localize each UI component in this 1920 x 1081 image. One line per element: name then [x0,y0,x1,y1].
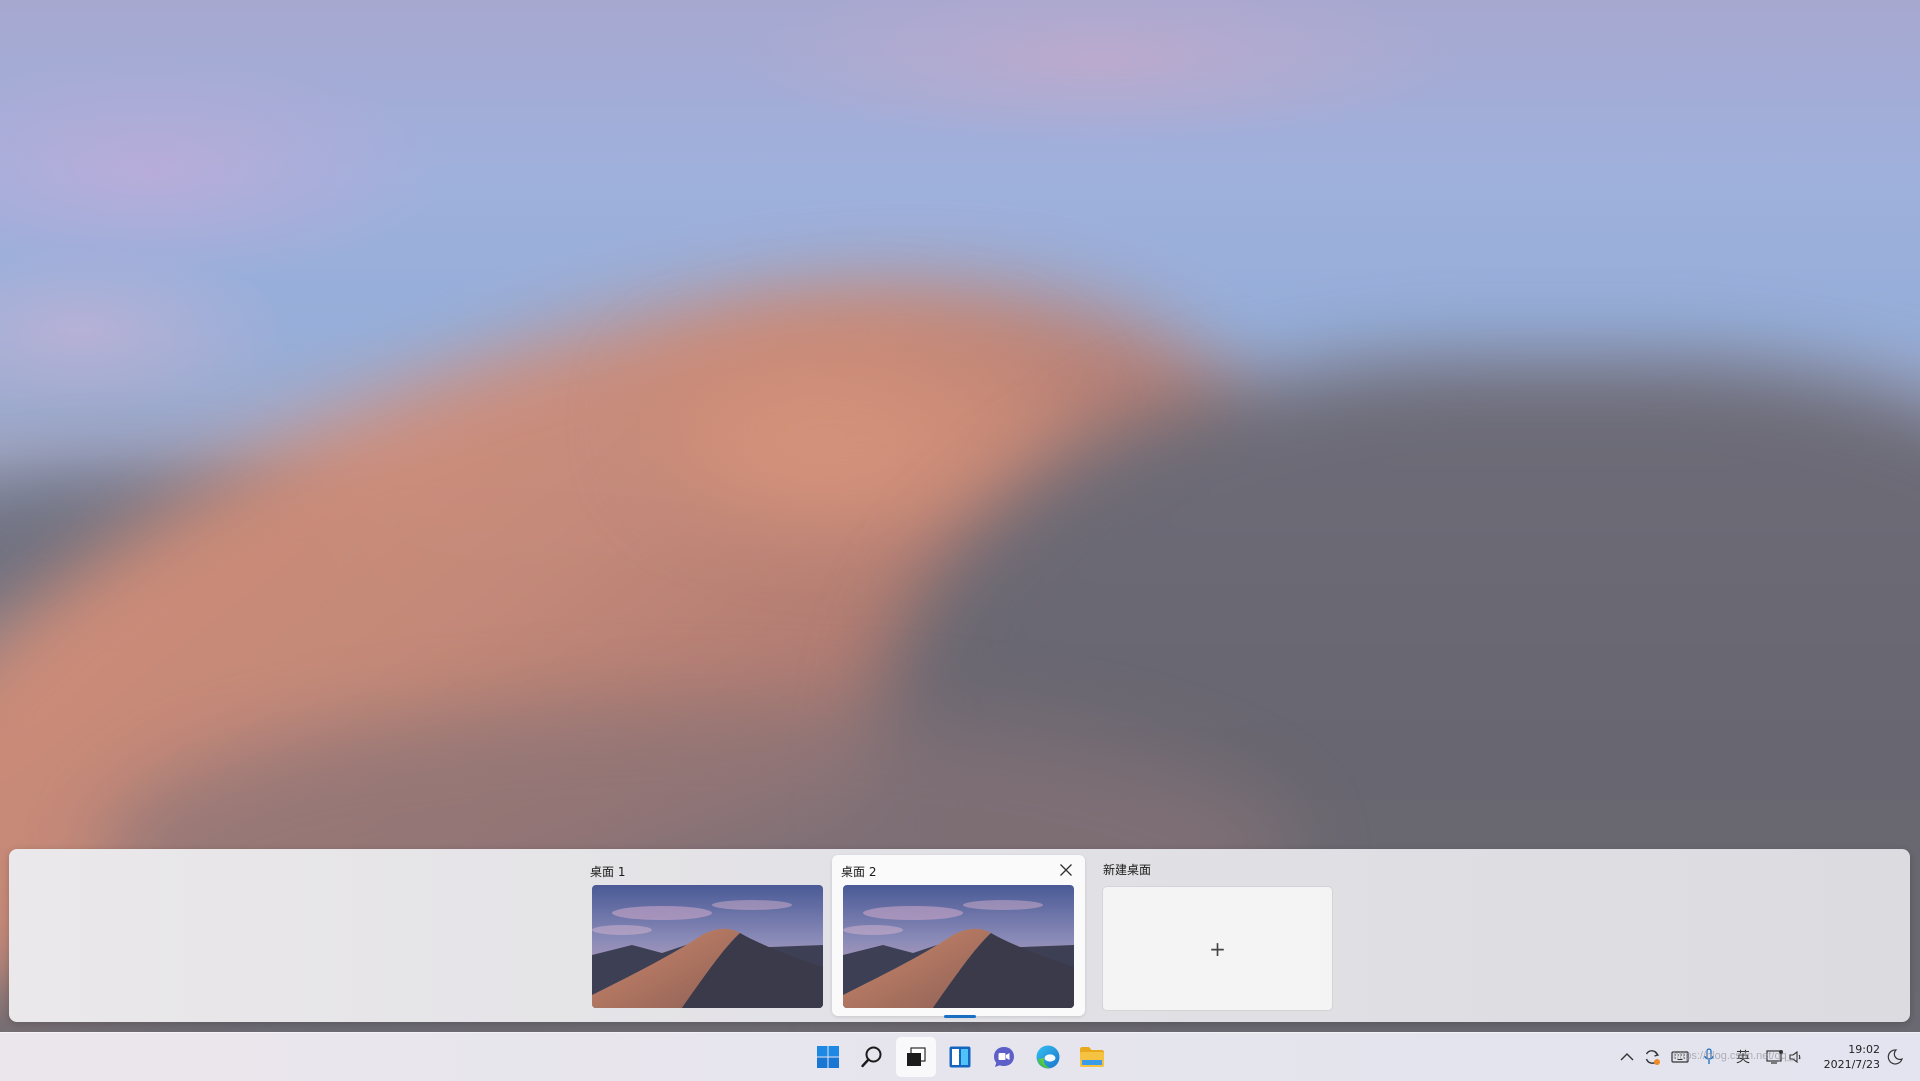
windows-logo-icon [817,1046,839,1068]
plus-icon: + [1209,936,1226,961]
teams-chat-icon [994,1047,1014,1067]
edge-button[interactable] [1028,1037,1068,1077]
widgets-button[interactable] [940,1037,980,1077]
new-desktop-card[interactable]: 新建桌面 + [1103,855,1333,1016]
desktop-label: 桌面 2 [841,865,877,879]
active-desktop-indicator [944,1015,976,1018]
watermark-text: https://blog.csdn.net/qq_... [1673,1050,1803,1062]
desktop-label: 桌面 1 [590,865,626,879]
clock-time: 19:02 [1848,1043,1880,1056]
file-explorer-button[interactable] [1072,1037,1112,1077]
chat-button[interactable] [984,1037,1024,1077]
virtual-desktop-switcher: 桌面 1 桌面 2 新建桌面 + [9,849,1910,1022]
edge-icon [1036,1045,1060,1069]
sync-icon[interactable] [1642,1047,1662,1067]
start-button[interactable] [808,1037,848,1077]
desktop-card-1[interactable]: 桌面 1 [581,855,834,1016]
focus-assist-icon[interactable] [1886,1047,1904,1067]
task-view-button[interactable] [896,1037,936,1077]
new-desktop-label: 新建桌面 [1103,863,1152,877]
widgets-icon [949,1046,971,1068]
desktop-card-2[interactable]: 桌面 2 [832,855,1085,1018]
desktop-thumbnail [592,885,823,1008]
new-desktop-button[interactable]: + [1103,887,1332,1010]
folder-icon [1080,1047,1104,1067]
chevron-up-icon[interactable] [1618,1047,1636,1067]
search-icon [861,1046,882,1068]
taskbar: 英 19:02 2021/7/23 [0,1032,1920,1081]
search-button[interactable] [852,1037,892,1077]
clock[interactable]: 19:02 2021/7/23 [1824,1042,1880,1072]
close-icon[interactable] [1057,861,1075,879]
clock-date: 2021/7/23 [1823,1058,1880,1071]
task-view-icon [907,1047,926,1066]
desktop-thumbnail [843,885,1074,1008]
